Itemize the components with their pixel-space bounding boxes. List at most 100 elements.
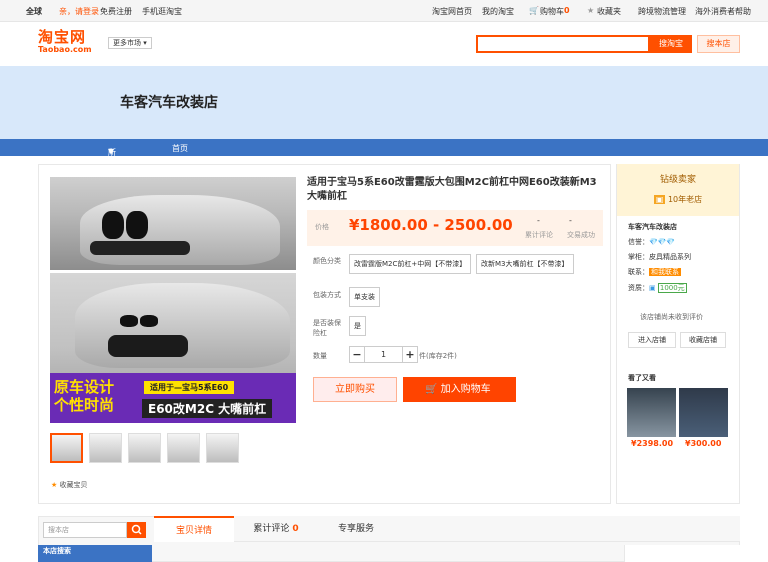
price-label: 价格 — [315, 223, 329, 231]
chat-button[interactable]: 和我联系 — [649, 268, 681, 276]
user-icon: ▣ — [649, 284, 656, 292]
color-option[interactable]: 改新M3大嘴前杠【不带漆】 — [476, 254, 574, 274]
ad-fitment: 适用于—宝马5系E60 — [144, 381, 235, 394]
car-grille-2a — [120, 315, 138, 327]
register-link[interactable]: 免费注册 — [100, 6, 132, 17]
enter-shop-button[interactable]: 进入店铺 — [628, 332, 676, 348]
package-option[interactable]: 单支装 — [349, 287, 380, 307]
quality-row: 资质：▣ 1000元 — [628, 283, 687, 293]
recommend-price: ¥2398.00 — [631, 439, 674, 448]
help-link[interactable]: 海外消费者帮助 — [695, 6, 751, 17]
search-taobao-button[interactable]: 搜淘宝 — [650, 35, 692, 53]
market-select[interactable]: 更多市场 ▾ — [108, 37, 152, 49]
my-taobao-link[interactable]: 我的淘宝 — [482, 6, 514, 17]
thumbnail[interactable] — [167, 433, 200, 463]
product-title: 适用于宝马5系E60改雷霆版大包围M2C前杠中网E60改装新M3大嘴前杠 — [307, 177, 597, 202]
product-ad-banner: 原车设计 个性时尚 适用于—宝马5系E60 E60改M2C 大嘴前杠 — [50, 373, 296, 423]
login-link[interactable]: 亲，请登录 — [59, 6, 99, 17]
seller-header: 钻级卖家 ▣ 10年老店 — [617, 164, 739, 216]
cart-count: 0 — [564, 6, 570, 15]
star-icon: ★ — [587, 6, 595, 15]
store-search-input[interactable]: 搜本店 — [43, 522, 127, 538]
color-option[interactable]: 改雷霆版M2C前杠+中网【不带漆】 — [349, 254, 472, 274]
logo-sub: Taobao.com — [38, 45, 92, 54]
tab-details[interactable]: 宝贝详情 — [154, 516, 234, 542]
credit-row: 信誉：💎💎💎 — [628, 237, 675, 247]
recommend-image[interactable] — [627, 388, 676, 437]
price-value: ¥1800.00 - 2500.00 — [349, 216, 513, 234]
owner-row: 掌柜：皮具精品系列 — [628, 252, 691, 262]
chevron-down-icon: ▾ — [143, 39, 147, 47]
quantity-input[interactable]: 1 — [365, 346, 402, 363]
recommend-image[interactable] — [679, 388, 728, 437]
quantity-label: 数量 — [313, 352, 327, 360]
ad-headline: 原车设计 个性时尚 — [54, 378, 114, 414]
owner-label: 掌柜： — [628, 253, 649, 261]
thumbnail[interactable] — [206, 433, 239, 463]
shop-name[interactable]: 车客汽车改装店 — [628, 222, 677, 232]
sales-count: - — [569, 216, 572, 225]
store-name: 车客汽车改装店 — [120, 95, 218, 111]
store-search-title: 本店搜索 — [38, 545, 152, 562]
quantity-minus-button[interactable]: − — [349, 346, 365, 363]
search-input[interactable] — [476, 35, 650, 53]
car-bumper — [90, 241, 190, 255]
star-icon: ★ — [51, 481, 58, 489]
search-icon — [131, 524, 142, 535]
favorite-shop-button[interactable]: 收藏店铺 — [680, 332, 726, 348]
tab-reviews-label: 累计评论 — [253, 524, 290, 534]
logo-text: 淘宝网 — [38, 28, 87, 46]
thumbnail[interactable] — [128, 433, 161, 463]
buy-now-button[interactable]: 立即购买 — [313, 377, 397, 402]
market-select-label: 更多市场 — [113, 39, 141, 47]
seller-level: 钻级卖家 — [659, 175, 696, 185]
deposit-badge: 1000元 — [657, 283, 687, 293]
review-label[interactable]: 累计评论 — [525, 230, 553, 240]
diamond-icon: 💎💎💎 — [649, 238, 676, 246]
taobao-logo[interactable]: 淘宝网 Taobao.com — [38, 28, 92, 55]
add-to-cart-label: 加入购物车 — [440, 384, 491, 395]
tab-services[interactable]: 专享服务 — [316, 516, 396, 542]
also-viewed-title: 看了又看 — [628, 374, 656, 382]
store-search-button[interactable] — [127, 522, 146, 538]
top-bar: 全球 亲，请登录 免费注册 手机逛淘宝 淘宝网首页 我的淘宝 🛒 购物车 0 ★… — [0, 0, 768, 22]
credit-label: 信誉： — [628, 238, 649, 246]
product-main-image[interactable] — [50, 177, 296, 270]
favorites-link[interactable]: 收藏夹 — [597, 6, 621, 17]
recommend-price: ¥300.00 — [685, 439, 722, 448]
nav-home[interactable]: 首页 — [172, 143, 188, 154]
no-reviews-text: 该店铺尚未收到评价 — [640, 313, 703, 321]
cart-icon: 🛒 — [425, 384, 438, 395]
package-label: 包装方式 — [313, 291, 341, 299]
add-to-cart-button[interactable]: 🛒 加入购物车 — [403, 377, 516, 402]
bumper-option[interactable]: 是 — [349, 316, 366, 336]
region-select[interactable]: 全球 — [26, 6, 42, 17]
caret-down-icon: ▼ — [108, 147, 115, 156]
quantity-plus-button[interactable]: + — [402, 346, 418, 363]
tab-reviews[interactable]: 累计评论 0 — [236, 516, 316, 542]
shop-age-icon: ▣ — [653, 195, 666, 204]
quality-label: 资质： — [628, 284, 649, 292]
thumbnail[interactable] — [89, 433, 122, 463]
logistics-link[interactable]: 跨境物流管理 — [638, 6, 686, 17]
home-link[interactable]: 淘宝网首页 — [432, 6, 472, 17]
cart-link[interactable]: 购物车 — [540, 6, 564, 17]
car-bumper-2 — [108, 335, 188, 357]
tab-reviews-count: 0 — [292, 524, 299, 534]
owner-value[interactable]: 皮具精品系列 — [649, 253, 691, 261]
color-label: 颜色分类 — [313, 257, 341, 265]
favorite-item[interactable]: ★ 收藏宝贝 — [51, 480, 88, 490]
stock-text: 件(库存2件) — [419, 352, 457, 360]
thumbnail[interactable] — [50, 433, 83, 463]
sales-label: 交易成功 — [567, 231, 595, 239]
mobile-link[interactable]: 手机逛淘宝 — [142, 6, 182, 17]
bumper-label: 是否装保险杠 — [313, 319, 341, 337]
search-store-button[interactable]: 搜本店 — [697, 35, 740, 53]
cart-icon: 🛒 — [529, 6, 539, 15]
shop-age: ▣ 10年老店 — [617, 194, 739, 205]
shop-age-text: 10年老店 — [667, 195, 703, 204]
store-banner: 车客汽车改装店 — [0, 66, 768, 139]
contact-row: 联系： 和我联系 — [628, 267, 681, 277]
right-panel — [624, 545, 740, 562]
ad-model: E60改M2C 大嘴前杠 — [142, 399, 273, 418]
